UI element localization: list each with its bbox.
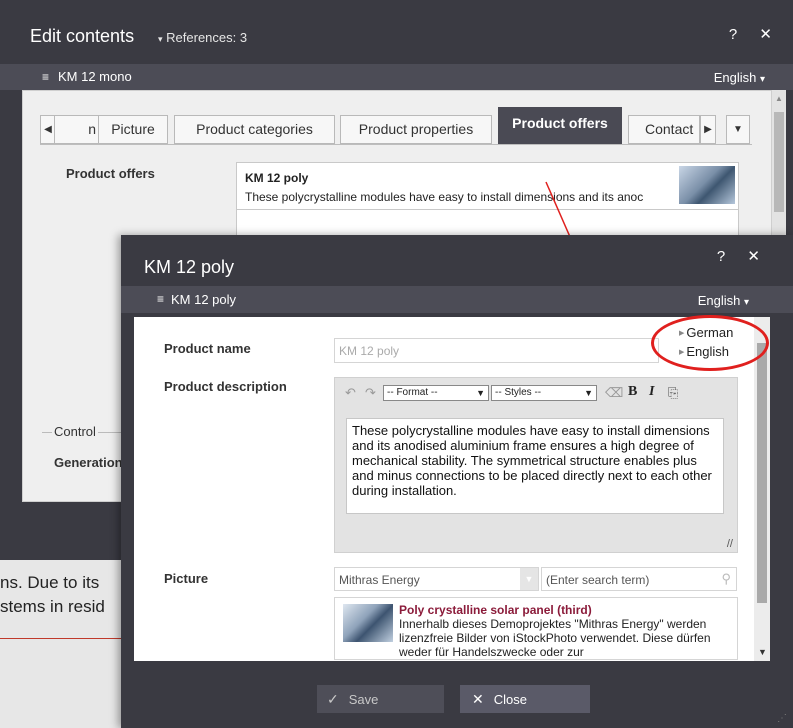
description-textarea[interactable]: These polycrystalline modules have easy … [346, 418, 724, 514]
control-legend: Control [52, 424, 98, 439]
dialog-resize-grip-icon[interactable]: ⋰ [777, 713, 787, 724]
generation-label: Generation [54, 455, 123, 470]
product-offer-thumbnail [679, 166, 735, 204]
save-label: Save [348, 692, 379, 707]
inner-form-panel: Product name KM 12 poly Product descript… [134, 317, 754, 661]
picture-search-input[interactable]: (Enter search term) ⚲ [541, 567, 737, 591]
outer-item-name: KM 12 mono [58, 69, 132, 84]
inner-scrollbar[interactable]: ▼ [754, 317, 770, 661]
product-offer-title: KM 12 poly [245, 171, 309, 185]
tab-product-offers[interactable]: Product offers [498, 107, 622, 144]
tab-menu-button[interactable]: ▼ [726, 115, 750, 144]
background-text-line: ns. Due to its [0, 573, 100, 592]
menu-icon[interactable]: ≡ [157, 292, 164, 306]
picture-title: Poly crystalline solar panel (third) [399, 603, 592, 617]
styles-select[interactable]: -- Styles -- ▼ [491, 385, 597, 401]
scroll-up-icon[interactable]: ▲ [775, 94, 783, 103]
inner-dialog-title: KM 12 poly [144, 257, 235, 277]
eraser-icon[interactable]: ⌫ [605, 385, 623, 401]
menu-icon[interactable]: ≡ [42, 70, 49, 84]
rich-text-editor: ↶ ↷ -- Format -- ▼ -- Styles -- ▼ ⌫ B I ⎘ … [334, 377, 738, 553]
chevron-down-icon: ▾ [743, 297, 749, 308]
product-name-input[interactable]: KM 12 poly [334, 338, 659, 363]
redo-icon[interactable]: ↷ [365, 385, 376, 401]
product-offers-label: Product offers [66, 166, 155, 181]
outer-language-label: English [713, 70, 757, 85]
inner-dialog-controls[interactable]: ? ✕ [717, 247, 769, 265]
chevron-down-icon: ▼ [476, 388, 485, 398]
inner-language-label: English [697, 293, 741, 308]
chevron-down-icon: ▼ [584, 388, 593, 398]
outer-language-select[interactable]: English ▾ [714, 70, 765, 85]
inner-item-bar: ≡ KM 12 poly English ▾ [121, 286, 793, 313]
inner-item-name: KM 12 poly [171, 292, 237, 307]
format-select-label: -- Format -- [387, 387, 438, 398]
paste-icon[interactable]: ⎘ [668, 385, 678, 401]
format-select[interactable]: -- Format -- ▼ [383, 385, 489, 401]
scroll-thumb[interactable] [757, 343, 767, 603]
save-button[interactable]: ✓ Save [317, 685, 444, 713]
tab-picture[interactable]: Picture [98, 115, 168, 144]
tab-product-properties[interactable]: Product properties [340, 115, 492, 144]
search-placeholder: (Enter search term) [546, 573, 650, 587]
scroll-thumb[interactable] [774, 112, 784, 212]
picture-thumbnail [343, 604, 393, 642]
annotation-ellipse [651, 315, 769, 371]
styles-select-label: -- Styles -- [495, 387, 542, 398]
tab-underline [40, 144, 752, 145]
undo-icon[interactable]: ↶ [345, 385, 356, 401]
italic-icon[interactable]: I [649, 384, 654, 400]
close-button[interactable]: ✕ Close [460, 685, 590, 713]
close-label: Close [493, 692, 527, 707]
check-icon: ✓ [327, 691, 339, 707]
outer-item-bar: ≡ KM 12 mono English ▾ [0, 64, 793, 90]
bold-icon[interactable]: B [628, 384, 637, 400]
tab-product-categories[interactable]: Product categories [174, 115, 335, 144]
inner-dialog: KM 12 poly ? ✕ ≡ KM 12 poly English ▾ Pr… [121, 235, 793, 728]
picture-source-select[interactable]: Mithras Energy ▼ [334, 567, 539, 591]
divider [0, 638, 130, 639]
tab-contact[interactable]: Contact [628, 115, 700, 144]
chevron-down-icon[interactable]: ▼ [520, 568, 538, 590]
chevron-down-icon: ▾ [759, 74, 765, 85]
close-icon: ✕ [472, 691, 484, 707]
tab-partial[interactable]: n [54, 115, 101, 144]
product-name-label: Product name [164, 341, 251, 356]
tab-scroll-right[interactable]: ▶ [700, 115, 716, 144]
product-offer-description: These polycrystalline modules have easy … [245, 190, 644, 204]
picture-description: Innerhalb dieses Demoprojektes "Mithras … [399, 617, 711, 659]
search-icon[interactable]: ⚲ [721, 571, 731, 587]
references-label: References: 3 [166, 30, 248, 45]
inner-language-select[interactable]: English ▾ [698, 293, 749, 308]
outer-dialog-controls[interactable]: ? ✕ [729, 25, 781, 43]
resize-grip-icon[interactable]: // [727, 538, 733, 550]
background-text-line: stems in resid [0, 597, 105, 616]
outer-dialog-title: Edit contents [30, 26, 135, 46]
editor-toolbar: ↶ ↷ -- Format -- ▼ -- Styles -- ▼ ⌫ B I ⎘ [335, 378, 737, 408]
picture-result-item[interactable]: Poly crystalline solar panel (third) Inn… [334, 597, 738, 660]
scroll-down-icon[interactable]: ▼ [758, 647, 767, 657]
picture-source-value: Mithras Energy [339, 573, 420, 587]
picture-label: Picture [164, 571, 209, 586]
product-offer-item[interactable]: KM 12 poly These polycrystalline modules… [236, 162, 739, 210]
chevron-down-icon: ▾ [158, 34, 163, 44]
references-toggle[interactable]: ▾ References: 3 [158, 30, 247, 45]
product-description-label: Product description [164, 379, 287, 394]
